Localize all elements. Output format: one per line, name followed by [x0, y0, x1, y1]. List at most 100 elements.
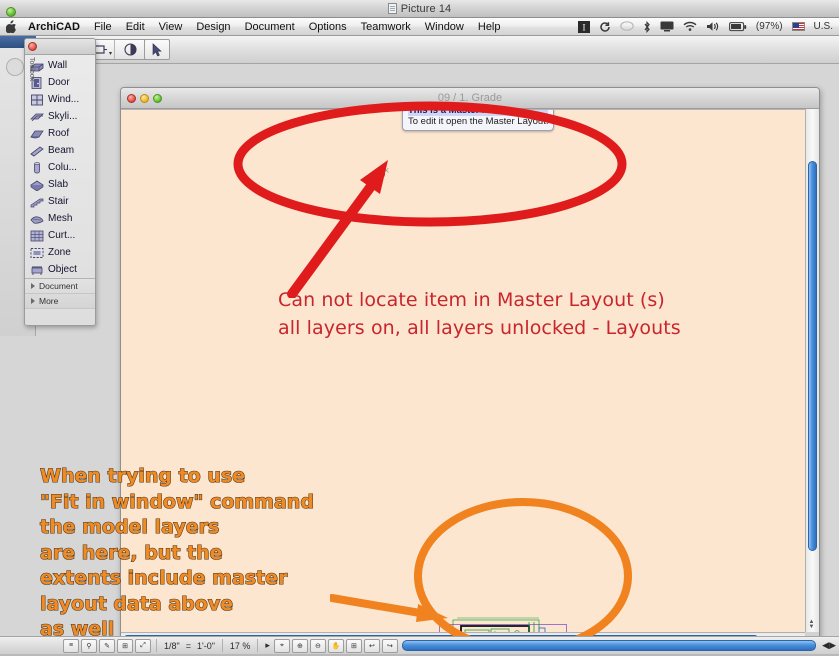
menu-item-archicad[interactable]: ArchiCAD: [22, 18, 87, 36]
magnifier-small-icon[interactable]: ⚲: [81, 638, 97, 653]
menu-item-teamwork[interactable]: Teamwork: [354, 18, 418, 36]
tool-item-window[interactable]: Wind...: [25, 91, 95, 108]
fit-window-icon[interactable]: ⊞: [345, 638, 362, 653]
menu-item-view[interactable]: View: [152, 18, 190, 36]
tool-item-roof[interactable]: Roof: [25, 125, 95, 142]
zoom-in-icon[interactable]: ⊕: [291, 638, 308, 653]
tool-item-object[interactable]: Object: [25, 261, 95, 278]
fill-tool-button[interactable]: [115, 40, 146, 59]
status-scroll-arrows[interactable]: ◀▶: [819, 640, 839, 651]
tool-item-door[interactable]: Door: [25, 74, 95, 91]
stair-icon: [30, 195, 44, 208]
master-item-x-marker[interactable]: ×: [383, 165, 389, 177]
column-icon: [30, 161, 44, 174]
tool-item-label: Wall: [48, 60, 68, 71]
menu-item-edit[interactable]: Edit: [119, 18, 152, 36]
vertical-scroll-thumb[interactable]: [808, 161, 817, 551]
disclosure-triangle-icon[interactable]: [31, 283, 35, 289]
menu-item-document[interactable]: Document: [238, 18, 302, 36]
layer-settings-icon[interactable]: ≡: [63, 638, 79, 653]
scale-equals: =: [185, 640, 191, 651]
floor-plan-thumbnail[interactable]: [439, 616, 567, 632]
tool-item-stair[interactable]: Stair: [25, 193, 95, 210]
display-icon[interactable]: [660, 21, 674, 32]
close-dot-icon[interactable]: [127, 93, 136, 103]
zoom-dot-icon[interactable]: [153, 93, 162, 103]
tool-item-label: Slab: [48, 179, 69, 190]
window-close-button[interactable]: [6, 4, 16, 22]
minimize-dot-icon[interactable]: [140, 93, 149, 103]
toolbox-group-document[interactable]: Document: [25, 279, 95, 294]
background-window-circle: [6, 58, 24, 76]
tool-item-beam[interactable]: Beam: [25, 142, 95, 159]
menu-item-window[interactable]: Window: [418, 18, 471, 36]
menu-item-options[interactable]: Options: [302, 18, 354, 36]
tool-item-label: Wind...: [48, 94, 80, 105]
zoom-level-icon[interactable]: ⌖: [273, 638, 290, 653]
tool-item-label: Colu...: [48, 162, 77, 173]
tool-item-curtain-wall[interactable]: Curt...: [25, 227, 95, 244]
tool-item-skylight[interactable]: Skyli...: [25, 108, 95, 125]
tool-item-label: Beam: [48, 145, 75, 156]
scale-numerator[interactable]: 1/8": [161, 641, 183, 651]
chevron-down-icon[interactable]: ▾: [109, 50, 112, 57]
menu-item-file[interactable]: File: [87, 18, 119, 36]
slab-icon: [30, 178, 44, 191]
skylight-icon: [30, 110, 44, 123]
mac-menubar: ArchiCAD File Edit View Design Document …: [0, 18, 839, 36]
disclosure-triangle-icon[interactable]: [31, 298, 35, 304]
pan-hand-icon[interactable]: ✋: [327, 638, 344, 653]
sync-icon[interactable]: [599, 21, 611, 33]
tool-item-label: Skyli...: [48, 111, 78, 122]
close-dot-icon[interactable]: [28, 42, 37, 51]
menu-item-help[interactable]: Help: [471, 18, 508, 36]
canvas-vertical-scrollbar[interactable]: ▲ ▼: [805, 109, 819, 632]
input-source-label[interactable]: U.S.: [814, 21, 833, 32]
toolbox-palette-titlebar[interactable]: [25, 39, 95, 55]
tool-item-label: Door: [48, 77, 70, 88]
mesh-icon: [30, 212, 44, 225]
next-zoom-icon[interactable]: ↪: [381, 638, 398, 653]
text-input-menu-icon[interactable]: I: [577, 20, 590, 33]
layout-window-title: 09 / 1. Grade: [437, 92, 503, 104]
chat-bubble-icon[interactable]: [620, 21, 634, 32]
archicad-app-window: ▾ ▾ Toolbox: [0, 36, 839, 654]
bottom-status-bar: ≡ ⚲ ✎ ⊞ ⤢ 1/8" = 1'-0" 17 % ▸ ⌖ ⊕ ⊖ ✋ ⊞ …: [0, 636, 839, 654]
menubar-status-area: I (97%) U.S.: [577, 20, 839, 33]
fit-in-window-icon[interactable]: ⤢: [135, 638, 151, 653]
tool-item-mesh[interactable]: Mesh: [25, 210, 95, 227]
prev-zoom-icon[interactable]: ↩: [363, 638, 380, 653]
wifi-icon[interactable]: [683, 21, 697, 32]
bluetooth-icon[interactable]: [643, 20, 651, 33]
volume-icon[interactable]: [706, 21, 720, 32]
tooltip-line-1: This is a Master item.: [408, 110, 549, 116]
tool-item-zone[interactable]: Zone: [25, 244, 95, 261]
status-bar-scrollbar[interactable]: [401, 640, 817, 651]
zoom-window-icon[interactable]: ⊞: [117, 638, 133, 653]
status-divider: [221, 639, 223, 652]
toolbox-group-more[interactable]: More: [25, 294, 95, 309]
us-flag-icon[interactable]: [791, 22, 805, 31]
arrow-select-button[interactable]: [144, 39, 170, 60]
tool-item-column[interactable]: Colu...: [25, 159, 95, 176]
battery-icon[interactable]: [728, 21, 747, 32]
menu-item-design[interactable]: Design: [189, 18, 237, 36]
object-icon: [30, 263, 44, 276]
vertical-scroll-arrows[interactable]: ▲ ▼: [805, 618, 818, 632]
zoom-out-icon[interactable]: ⊖: [309, 638, 326, 653]
layout-canvas[interactable]: This is a Master item. To edit it open t…: [121, 109, 805, 632]
scale-denominator[interactable]: 1'-0": [194, 641, 218, 651]
zone-icon: [30, 246, 44, 259]
toolbox-item-list: Wall Door Wind... Skyli... Roof Beam Col…: [25, 55, 95, 278]
tool-item-slab[interactable]: Slab: [25, 176, 95, 193]
zoom-level-value[interactable]: 17 %: [227, 641, 254, 651]
layout-window-titlebar[interactable]: 09 / 1. Grade: [121, 88, 819, 109]
svg-text:I: I: [582, 22, 585, 32]
pen-set-icon[interactable]: ✎: [99, 638, 115, 653]
layout-document-window: 09 / 1. Grade This is a Master item. To …: [120, 87, 820, 647]
tool-item-wall[interactable]: Wall: [25, 57, 95, 74]
toolbox-group-label: Document: [39, 281, 78, 291]
tool-item-label: Curt...: [48, 230, 76, 241]
green-dot-icon[interactable]: [6, 7, 16, 17]
nav-expand-triangle-icon[interactable]: ▸: [262, 640, 273, 651]
